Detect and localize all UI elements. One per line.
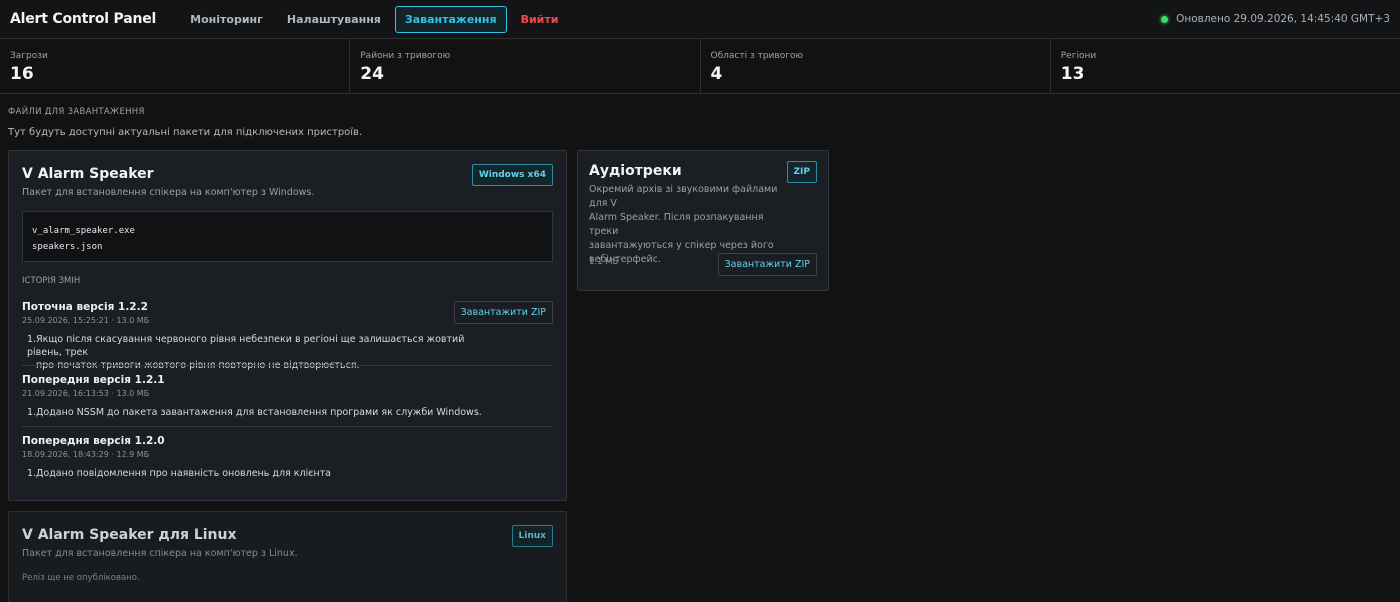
stat-value: 13 <box>1060 64 1085 84</box>
file-name: speakers.json <box>32 242 103 252</box>
note-text: Якщо після скасування червоного рівня не… <box>27 334 465 358</box>
download-zip-button[interactable]: Завантажити ZIP <box>453 301 553 324</box>
section-title: ФАЙЛИ ДЛЯ ЗАВАНТАЖЕННЯ <box>8 107 145 117</box>
nav-logout[interactable]: Вийти <box>511 6 569 33</box>
note-text: Додано повідомлення про наявність оновле… <box>36 468 331 479</box>
main-nav: Моніторинг Налаштування Завантаження Вий… <box>180 5 569 33</box>
online-indicator-icon <box>1161 15 1169 23</box>
note-text: Додано NSSM до пакета завантаження для в… <box>36 407 482 418</box>
file-size: 1.1 МБ <box>589 257 619 267</box>
nav-settings[interactable]: Налаштування <box>277 6 391 33</box>
section-subtitle: Тут будуть доступні актуальні пакети для… <box>8 127 363 138</box>
version-note: 1.Додано повідомлення про наявність онов… <box>27 467 487 480</box>
nav-monitoring[interactable]: Моніторинг <box>180 6 273 33</box>
description-line: Окремий архів зі звуковими файлами для V <box>589 184 778 209</box>
stat-regions: Регіони 13 <box>1051 39 1400 93</box>
stat-label: Області з тривогою <box>710 51 804 61</box>
version-title: Попередня версія 1.2.1 <box>22 374 165 386</box>
version-note: 1.Додано NSSM до пакета завантаження для… <box>27 406 487 419</box>
stat-districts: Райони з тривогою 24 <box>350 39 701 93</box>
card-title: V Alarm Speaker <box>22 166 154 182</box>
file-name: v_alarm_speaker.exe <box>32 226 135 236</box>
note-number: 1. <box>27 407 37 418</box>
download-zip-button[interactable]: Завантажити ZIP <box>717 253 817 276</box>
history-label: ІСТОРІЯ ЗМІН <box>22 276 81 286</box>
speaker-windows-card: V Alarm Speaker Пакет для встановлення с… <box>8 150 567 501</box>
version-entry: Попередня версія 1.2.0 18.09.2026, 18:43… <box>22 426 553 480</box>
card-title: V Alarm Speaker для Linux <box>22 527 237 543</box>
version-title: Попередня версія 1.2.0 <box>22 435 165 447</box>
stat-label: Загрози <box>10 51 48 61</box>
audio-tracks-card: Аудіотреки ZIP Окремий архів зі звуковим… <box>577 150 829 291</box>
stat-value: 16 <box>10 64 34 84</box>
version-meta: 21.09.2026, 16:13:53 · 13.0 МБ <box>22 389 150 398</box>
format-badge: ZIP <box>786 161 817 183</box>
speaker-linux-card: V Alarm Speaker для Linux Пакет для вста… <box>8 511 567 602</box>
update-status: Оновлено 29.09.2026, 14:45:40 GMT+3 <box>1161 13 1390 25</box>
platform-badge: Windows x64 <box>471 164 553 186</box>
stat-threats: Загрози 16 <box>0 39 351 93</box>
note-number: 1. <box>27 468 37 479</box>
note-number: 1. <box>27 334 37 345</box>
stat-label: Регіони <box>1060 51 1097 61</box>
description-line: завантажуються у спікер через його <box>589 240 774 251</box>
nav-downloads[interactable]: Завантаження <box>394 5 507 33</box>
release-note: Реліз ще не опубліковано. <box>22 573 140 583</box>
platform-badge: Linux <box>511 525 553 547</box>
card-title: Аудіотреки <box>589 163 682 179</box>
stat-oblasts: Області з тривогою 4 <box>701 39 1051 93</box>
stat-value: 4 <box>710 64 723 84</box>
stats-bar: Загрози 16 Райони з тривогою 24 Області … <box>0 39 1400 94</box>
app-title: Alert Control Panel <box>10 11 157 27</box>
card-description: Пакет для встановлення спікера на комп'ю… <box>22 187 315 198</box>
top-bar: Alert Control Panel Моніторинг Налаштува… <box>0 0 1400 39</box>
version-meta: 18.09.2026, 18:43:29 · 12.9 МБ <box>22 450 150 459</box>
description-line: Alarm Speaker. Після розпакування треки <box>589 212 764 237</box>
version-entry: Попередня версія 1.2.1 21.09.2026, 16:13… <box>22 365 553 419</box>
stat-value: 24 <box>360 64 384 84</box>
card-description: Пакет для встановлення спікера на комп'ю… <box>22 548 298 559</box>
package-files: v_alarm_speaker.exe speakers.json <box>22 211 553 262</box>
update-status-text: Оновлено 29.09.2026, 14:45:40 GMT+3 <box>1176 13 1390 25</box>
stat-label: Райони з тривогою <box>360 51 451 61</box>
